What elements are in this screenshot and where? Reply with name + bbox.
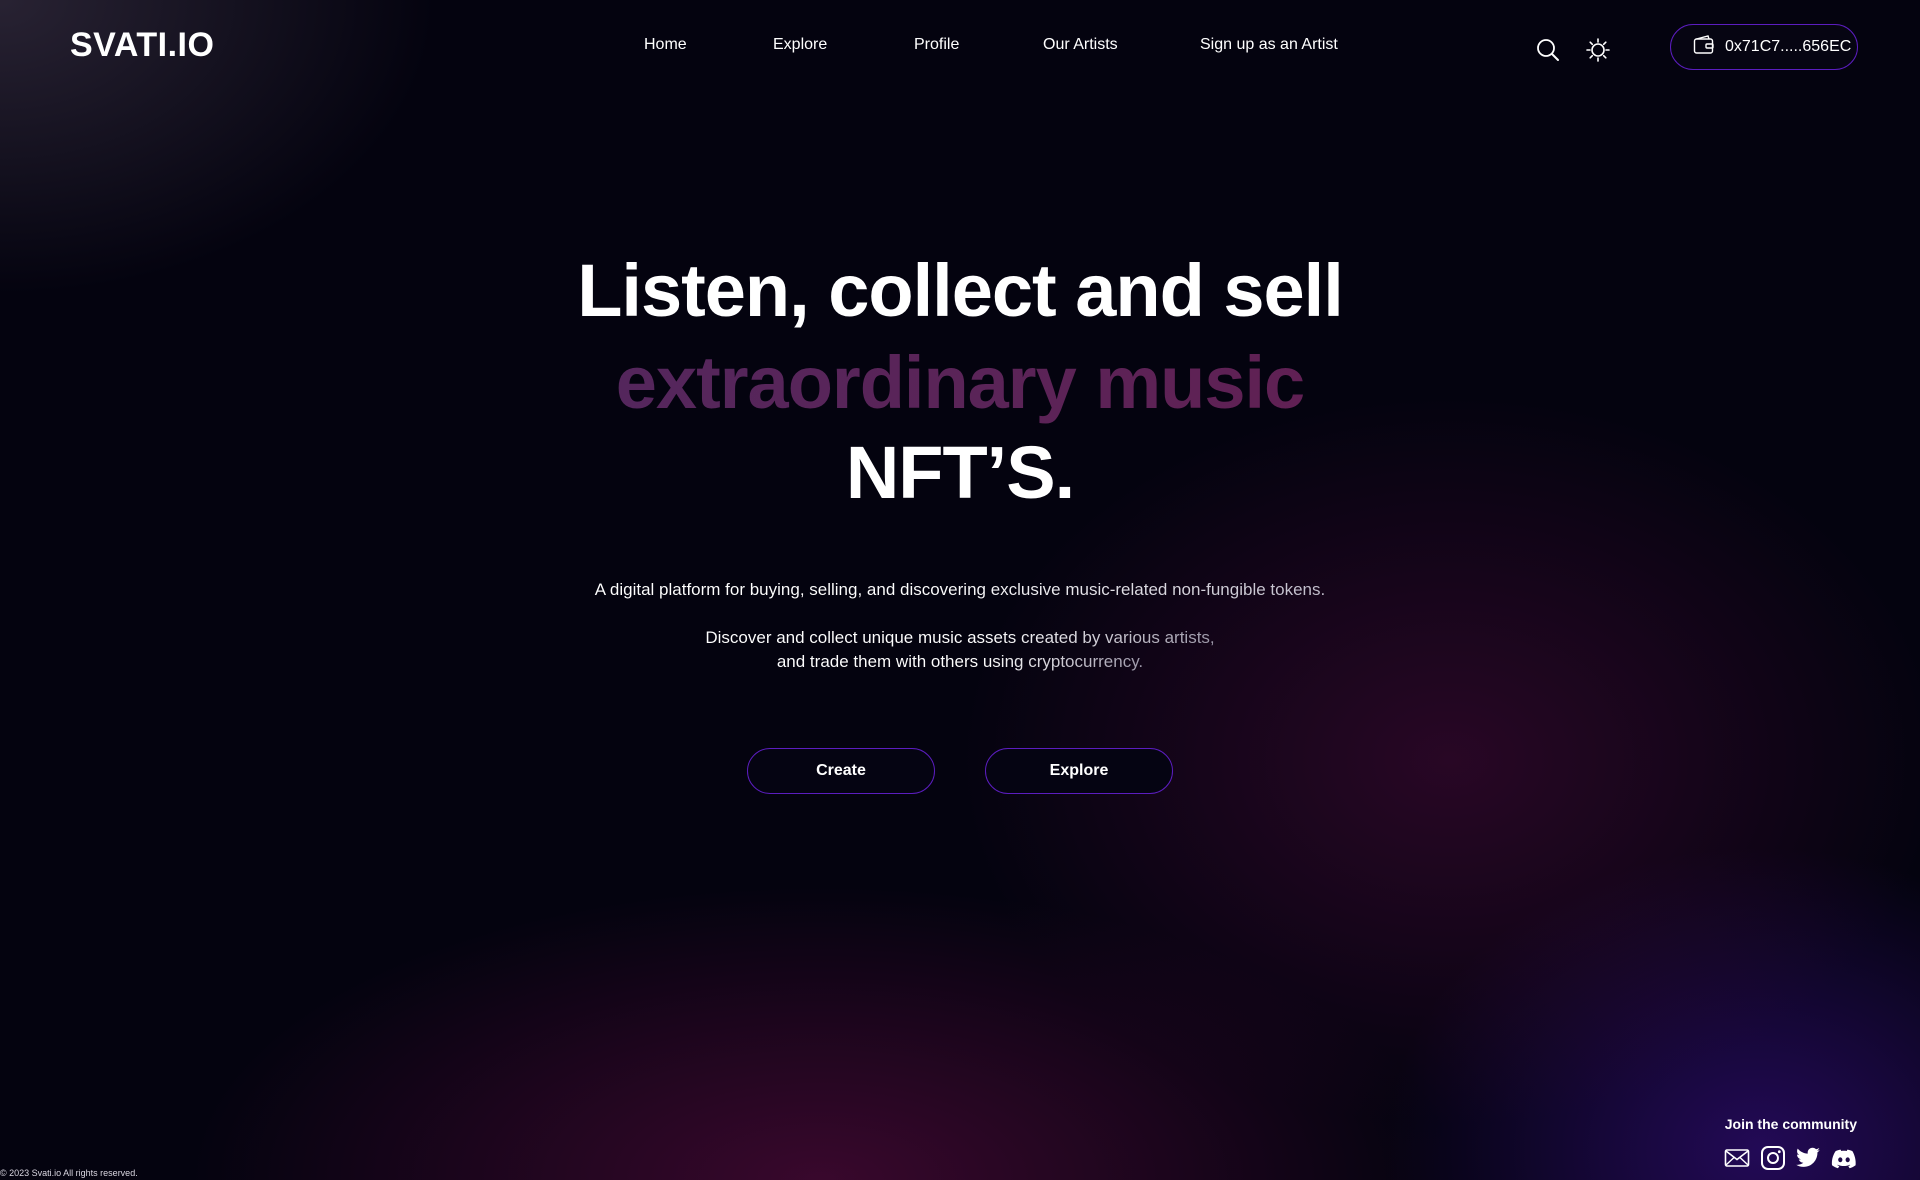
hero-subtitle-text: A digital platform for buying, selling, … xyxy=(594,580,1326,599)
landing-page: SVATI.IO Home Explore Profile Our Artist… xyxy=(0,0,1920,1180)
wallet-address: 0x71C7.....656EC xyxy=(1725,38,1852,55)
copyright-text: © 2023 Svati.io All rights reserved. xyxy=(0,1168,138,1178)
theme-toggle-icon[interactable] xyxy=(1584,36,1612,64)
hero-description-line1: Discover and collect unique music assets… xyxy=(705,626,1214,650)
create-button[interactable]: Create xyxy=(747,748,935,794)
social-links xyxy=(1724,1145,1864,1171)
nav-profile[interactable]: Profile xyxy=(914,36,959,54)
nav-sign-up-artist[interactable]: Sign up as an Artist xyxy=(1200,36,1338,54)
nav-our-artists[interactable]: Our Artists xyxy=(1043,36,1118,54)
discord-icon[interactable] xyxy=(1831,1145,1857,1171)
hero-description-line2: and trade them with others using cryptoc… xyxy=(777,650,1143,674)
instagram-icon[interactable] xyxy=(1760,1145,1786,1171)
explore-button[interactable]: Explore xyxy=(985,748,1173,794)
hero-subtitle: A digital platform for buying, selling, … xyxy=(0,580,1920,600)
hero-title-line2: extraordinary music xyxy=(0,340,1920,425)
mail-icon[interactable] xyxy=(1724,1145,1750,1171)
hero-description: Discover and collect unique music assets… xyxy=(0,626,1920,674)
main-nav: Home Explore Profile Our Artists Sign up… xyxy=(0,36,1920,60)
nav-explore[interactable]: Explore xyxy=(773,36,827,54)
wallet-icon xyxy=(1693,34,1715,60)
community-label: Join the community xyxy=(1724,1116,1857,1132)
hero-title-line3: NFT’S. xyxy=(845,431,1075,514)
twitter-icon[interactable] xyxy=(1795,1145,1821,1171)
search-icon[interactable] xyxy=(1534,36,1562,64)
wallet-button[interactable]: 0x71C7.....656EC xyxy=(1670,24,1858,70)
hero-title-line1: Listen, collect and sell xyxy=(577,249,1344,332)
nav-home[interactable]: Home xyxy=(644,36,687,54)
